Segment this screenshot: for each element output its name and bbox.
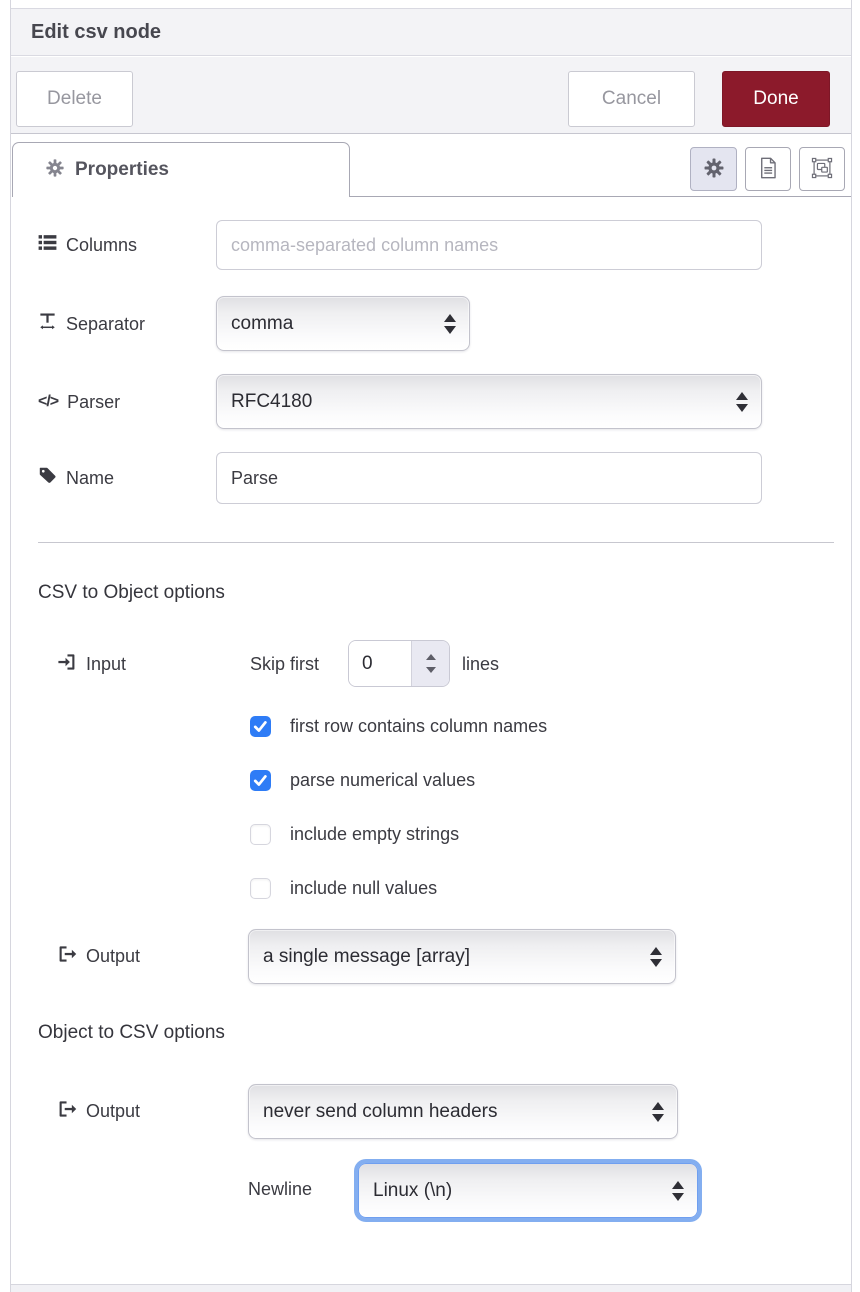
tab-properties[interactable]: Properties — [12, 142, 350, 197]
edit-appearance-button[interactable] — [799, 147, 845, 191]
sign-out-icon — [57, 944, 77, 969]
stepper-down-icon[interactable] — [426, 667, 436, 673]
object-output-select[interactable]: never send column headers — [248, 1084, 678, 1139]
parser-select[interactable]: RFC4180 — [216, 374, 762, 429]
csv-output-select[interactable]: a single message [array] — [248, 929, 676, 984]
checkbox[interactable] — [250, 770, 271, 791]
tray-left-border — [10, 0, 11, 1292]
checkbox[interactable] — [250, 716, 271, 737]
separator-label: Separator — [38, 311, 145, 337]
select-arrows-icon — [672, 1181, 684, 1201]
checkbox[interactable] — [250, 824, 271, 845]
name-label: Name — [38, 465, 114, 491]
parser-select-value: RFC4180 — [231, 391, 312, 413]
gear-icon — [703, 157, 725, 182]
checkbox-row-include-empty[interactable]: include empty strings — [250, 821, 459, 847]
text-width-icon — [38, 312, 57, 336]
checkbox-row-parse-numerical[interactable]: parse numerical values — [250, 767, 475, 793]
page-title: Edit csv node — [31, 21, 161, 44]
columns-input[interactable] — [216, 220, 762, 270]
csv-output-select-value: a single message [array] — [263, 946, 470, 968]
columns-label: Columns — [38, 232, 137, 258]
newline-select[interactable]: Linux (\n) — [358, 1163, 698, 1218]
checkbox[interactable] — [250, 878, 271, 899]
select-arrows-icon — [652, 1102, 664, 1122]
select-arrows-icon — [650, 947, 662, 967]
output-label: Output — [57, 943, 140, 969]
object-output-select-value: never send column headers — [263, 1101, 497, 1123]
code-icon: </> — [38, 393, 58, 411]
checkbox-label: include empty strings — [290, 824, 459, 845]
edit-description-button[interactable] — [745, 147, 791, 191]
newline-select-value: Linux (\n) — [373, 1180, 452, 1202]
edit-csv-node-dialog: Edit csv node Delete Cancel Done Propert… — [0, 0, 860, 1292]
tray-footer — [11, 1284, 851, 1292]
cancel-button[interactable]: Cancel — [568, 71, 695, 127]
dialog-header: Edit csv node — [11, 8, 851, 56]
csv-to-object-heading: CSV to Object options — [38, 582, 225, 604]
lines-label: lines — [462, 651, 499, 677]
skip-first-label: Skip first — [250, 651, 319, 677]
skip-lines-stepper[interactable] — [348, 640, 450, 687]
stepper-buttons[interactable] — [411, 641, 449, 686]
name-input[interactable] — [216, 452, 762, 504]
section-divider — [38, 542, 834, 543]
select-arrows-icon — [736, 392, 748, 412]
edit-properties-button[interactable] — [690, 147, 737, 191]
select-arrows-icon — [444, 314, 456, 334]
done-button[interactable]: Done — [722, 71, 830, 127]
tray-right-border — [851, 0, 852, 1292]
output-label: Output — [57, 1098, 140, 1124]
input-label: Input — [57, 651, 126, 677]
tabbar-bottom-border — [350, 196, 851, 197]
sign-in-icon — [57, 652, 77, 677]
checkbox-label: include null values — [290, 878, 437, 899]
checkbox-row-first-row-names[interactable]: first row contains column names — [250, 713, 547, 739]
separator-select[interactable]: comma — [216, 296, 470, 351]
parser-label: </> Parser — [38, 389, 120, 415]
selection-frame-icon — [811, 157, 833, 182]
skip-lines-input[interactable] — [349, 641, 411, 686]
tab-properties-label: Properties — [75, 159, 169, 181]
list-icon — [38, 233, 57, 257]
dialog-toolbar: Delete Cancel Done — [11, 57, 851, 134]
checkbox-label: first row contains column names — [290, 716, 547, 737]
separator-select-value: comma — [231, 313, 293, 335]
checkbox-row-include-null[interactable]: include null values — [250, 875, 437, 901]
gear-icon — [45, 158, 65, 183]
newline-label: Newline — [248, 1176, 312, 1202]
sign-out-icon — [57, 1099, 77, 1124]
object-to-csv-heading: Object to CSV options — [38, 1022, 225, 1044]
delete-button[interactable]: Delete — [16, 71, 133, 127]
document-icon — [757, 157, 779, 182]
checkbox-label: parse numerical values — [290, 770, 475, 791]
stepper-up-icon[interactable] — [426, 654, 436, 660]
tag-icon — [38, 466, 57, 490]
